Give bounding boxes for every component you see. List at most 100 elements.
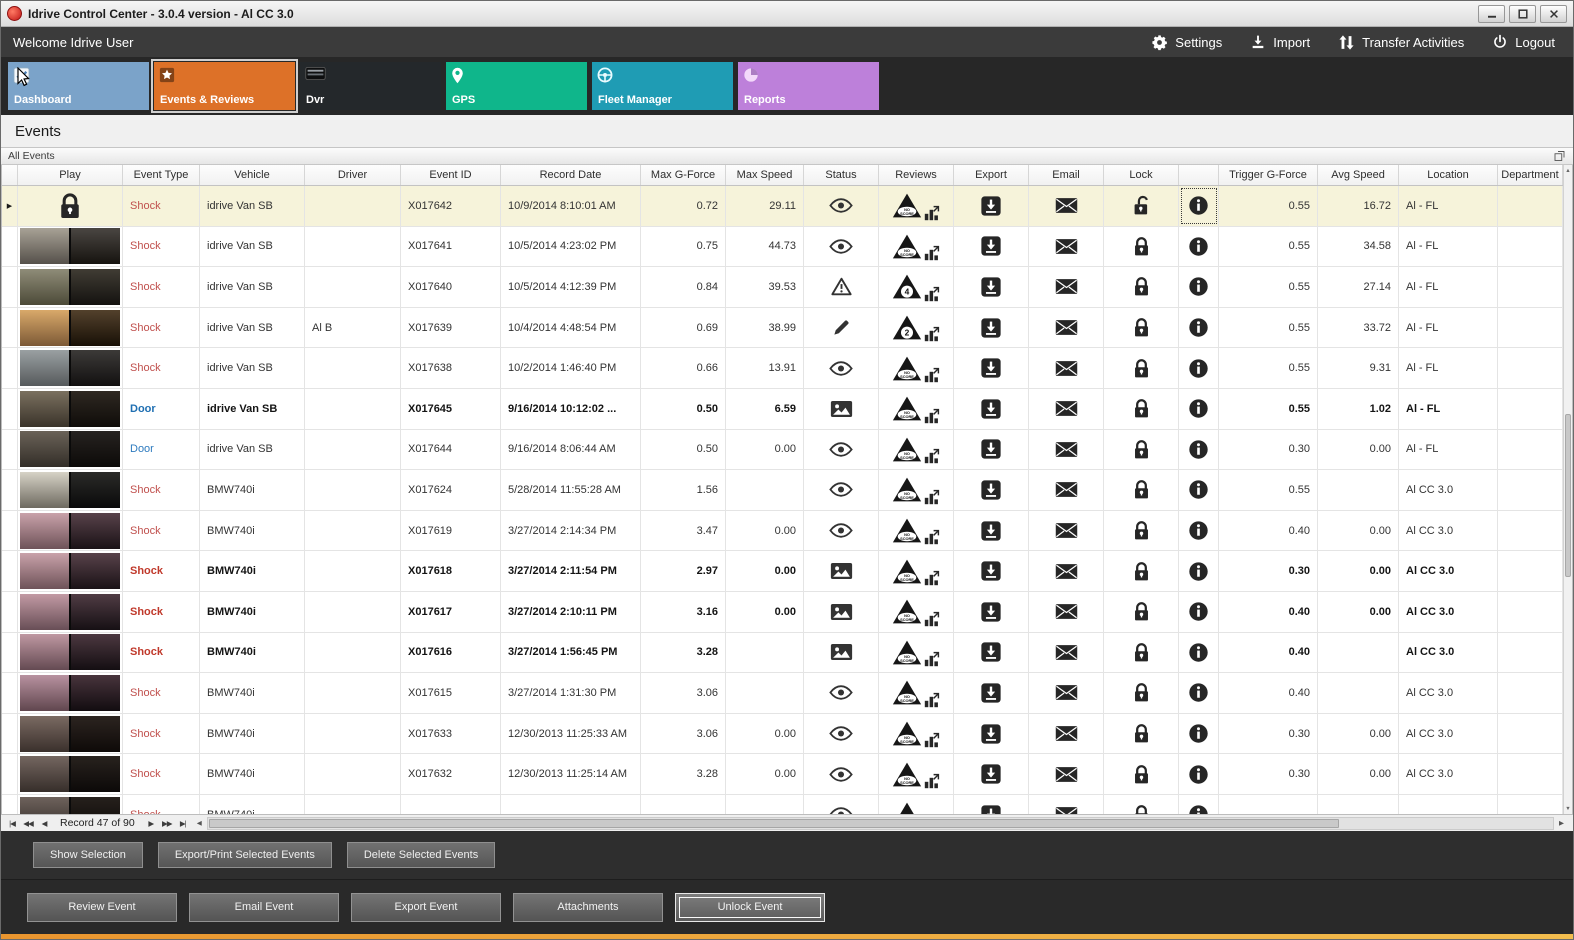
status-cell[interactable] bbox=[804, 226, 879, 267]
status-cell[interactable] bbox=[804, 470, 879, 510]
reviews-cell[interactable]: 2 bbox=[879, 307, 954, 348]
tab-events-reviews[interactable]: Events & Reviews bbox=[151, 59, 298, 113]
column-header-play[interactable]: Play bbox=[18, 165, 123, 185]
status-cell[interactable] bbox=[804, 713, 879, 754]
status-cell[interactable] bbox=[804, 632, 879, 673]
email-cell[interactable] bbox=[1029, 632, 1104, 673]
lock-cell[interactable] bbox=[1104, 470, 1179, 510]
column-header-avg-speed[interactable]: Avg Speed bbox=[1318, 165, 1399, 185]
reviews-cell[interactable]: NOSCORE bbox=[879, 429, 954, 470]
popout-icon[interactable] bbox=[1553, 150, 1566, 162]
reviews-cell[interactable]: NOSCORE bbox=[879, 794, 954, 814]
event-row[interactable]: ShockBMW740i NOSCORE bbox=[2, 794, 1563, 814]
column-header-department[interactable]: Department bbox=[1498, 165, 1563, 185]
export-cell[interactable] bbox=[954, 591, 1029, 632]
email-cell[interactable] bbox=[1029, 307, 1104, 348]
info-cell[interactable] bbox=[1179, 470, 1219, 510]
export-cell[interactable] bbox=[954, 348, 1029, 388]
play-cell[interactable] bbox=[18, 591, 123, 632]
reviews-cell[interactable]: NOSCORE bbox=[879, 673, 954, 713]
column-header-status[interactable]: Status bbox=[804, 165, 879, 185]
reviews-cell[interactable]: NOSCORE bbox=[879, 388, 954, 429]
event-row[interactable]: Door idrive Van SB X017644 9/16/2014 8:06:4… bbox=[2, 429, 1563, 471]
info-cell[interactable] bbox=[1179, 632, 1219, 673]
event-row[interactable]: Shock BMW740i X017619 3/27/2014 2:14:34 PM 3… bbox=[2, 510, 1563, 552]
topbar-action-import[interactable]: Import bbox=[1250, 34, 1310, 50]
play-cell[interactable] bbox=[18, 267, 123, 307]
event-row[interactable]: Shock idrive Van SB Al B X017639 10/4/2014 4… bbox=[2, 307, 1563, 349]
column-header-max-speed[interactable]: Max Speed bbox=[726, 165, 804, 185]
email-cell[interactable] bbox=[1029, 429, 1104, 470]
email-cell[interactable] bbox=[1029, 388, 1104, 429]
review-event-button[interactable]: Review Event bbox=[27, 892, 177, 922]
export-cell[interactable] bbox=[954, 632, 1029, 673]
close-button[interactable] bbox=[1540, 4, 1567, 23]
reviews-cell[interactable]: NOSCORE bbox=[879, 551, 954, 591]
reviews-cell[interactable]: NOSCORE bbox=[879, 348, 954, 388]
email-cell[interactable] bbox=[1029, 348, 1104, 388]
topbar-action-logout[interactable]: Logout bbox=[1492, 34, 1555, 50]
export-print-selected-events-button[interactable]: Export/Print Selected Events bbox=[157, 842, 332, 868]
column-header-location[interactable]: Location bbox=[1399, 165, 1498, 185]
status-cell[interactable] bbox=[804, 267, 879, 307]
lock-cell[interactable] bbox=[1104, 713, 1179, 754]
first-record-button[interactable]: |◀ bbox=[4, 816, 20, 831]
export-cell[interactable] bbox=[954, 673, 1029, 713]
status-cell[interactable] bbox=[804, 510, 879, 551]
email-cell[interactable] bbox=[1029, 591, 1104, 632]
event-row[interactable]: Shock BMW740i X017624 5/28/2014 11:55:28 AM… bbox=[2, 470, 1563, 511]
export-cell[interactable] bbox=[954, 186, 1029, 226]
minimize-button[interactable] bbox=[1478, 4, 1505, 23]
column-header-export[interactable]: Export bbox=[954, 165, 1029, 185]
status-cell[interactable] bbox=[804, 551, 879, 591]
info-cell[interactable] bbox=[1179, 348, 1219, 388]
tab-dashboard[interactable]: Dashboard bbox=[8, 62, 149, 110]
event-row[interactable]: Shock BMW740i X017615 3/27/2014 1:31:30 PM 3… bbox=[2, 673, 1563, 714]
event-row[interactable]: Shock BMW740i X017618 3/27/2014 2:11:54 PM 2… bbox=[2, 551, 1563, 592]
scroll-right-icon[interactable]: ▶ bbox=[1555, 819, 1568, 827]
lock-cell[interactable] bbox=[1104, 673, 1179, 713]
export-cell[interactable] bbox=[954, 307, 1029, 348]
play-cell[interactable] bbox=[18, 754, 123, 794]
export-cell[interactable] bbox=[954, 226, 1029, 267]
status-cell[interactable] bbox=[804, 754, 879, 794]
email-event-button[interactable]: Email Event bbox=[189, 892, 339, 922]
info-cell[interactable] bbox=[1179, 510, 1219, 551]
lock-cell[interactable] bbox=[1104, 632, 1179, 673]
play-cell[interactable] bbox=[18, 226, 123, 267]
lock-cell[interactable] bbox=[1104, 429, 1179, 470]
info-cell[interactable] bbox=[1179, 388, 1219, 429]
export-cell[interactable] bbox=[954, 713, 1029, 754]
info-cell[interactable] bbox=[1179, 429, 1219, 470]
status-cell[interactable] bbox=[804, 429, 879, 470]
play-cell[interactable] bbox=[18, 429, 123, 470]
play-cell[interactable] bbox=[18, 388, 123, 429]
email-cell[interactable] bbox=[1029, 267, 1104, 307]
topbar-action-transfer-activities[interactable]: Transfer Activities bbox=[1338, 34, 1464, 51]
reviews-cell[interactable]: NOSCORE bbox=[879, 510, 954, 551]
tab-fleet-manager[interactable]: Fleet Manager bbox=[592, 62, 733, 110]
email-cell[interactable] bbox=[1029, 713, 1104, 754]
column-header-driver[interactable]: Driver bbox=[305, 165, 401, 185]
event-row[interactable]: ▶ Shock idrive Van SB X017642 10/9/2014 8:10… bbox=[2, 186, 1563, 227]
status-cell[interactable] bbox=[804, 673, 879, 713]
column-header-email[interactable]: Email bbox=[1029, 165, 1104, 185]
email-cell[interactable] bbox=[1029, 673, 1104, 713]
status-cell[interactable] bbox=[804, 307, 879, 348]
email-cell[interactable] bbox=[1029, 794, 1104, 814]
event-row[interactable]: Shock idrive Van SB X017638 10/2/2014 1:46:… bbox=[2, 348, 1563, 389]
tab-gps[interactable]: GPS bbox=[446, 62, 587, 110]
lock-cell[interactable] bbox=[1104, 794, 1179, 814]
maximize-button[interactable] bbox=[1509, 4, 1536, 23]
export-cell[interactable] bbox=[954, 267, 1029, 307]
lock-cell[interactable] bbox=[1104, 591, 1179, 632]
play-cell[interactable] bbox=[18, 632, 123, 673]
lock-cell[interactable] bbox=[1104, 388, 1179, 429]
play-cell[interactable] bbox=[18, 794, 123, 814]
export-cell[interactable] bbox=[954, 794, 1029, 814]
lock-cell[interactable] bbox=[1104, 348, 1179, 388]
email-cell[interactable] bbox=[1029, 754, 1104, 794]
info-cell[interactable] bbox=[1179, 267, 1219, 307]
status-cell[interactable] bbox=[804, 794, 879, 814]
column-header-event-type[interactable]: Event Type bbox=[123, 165, 200, 185]
